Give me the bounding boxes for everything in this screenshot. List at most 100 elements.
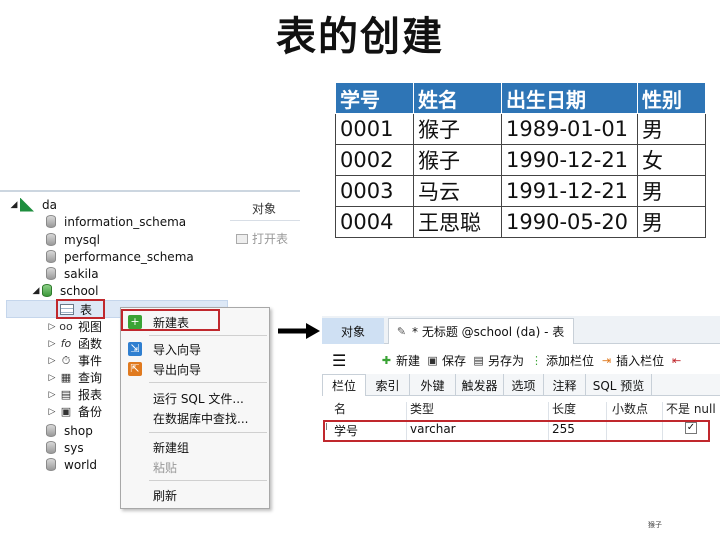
tree-item-queries[interactable]: ▷ ▦ 查询 [46,369,102,386]
header-cell: 出生日期 [501,82,638,114]
button-label: 新建 [396,353,421,368]
tree-label: 报表 [78,388,103,402]
table-row: 0003 马云 1991-12-21 男 [335,175,706,207]
table-row: 0004 王思聪 1990-05-20 男 [335,206,706,238]
tab-objects[interactable]: 对象 [322,318,384,344]
table-cell: 男 [637,113,706,145]
tree-db-mysql[interactable]: mysql [46,231,100,248]
table-cell: 1991-12-21 [501,175,638,207]
subtab-options[interactable]: 选项 [504,374,544,396]
tree-db-performance-schema[interactable]: performance_schema [46,248,194,265]
table-cell: 0002 [335,144,414,176]
insert-field-button[interactable]: ⇥ 插入栏位 [600,352,664,369]
tree-item-views[interactable]: ▷ oo 视图 [46,318,102,335]
table-cell: 女 [637,144,706,176]
subtab-label: 选项 [511,378,536,393]
collapse-arrow-icon[interactable]: ▷ [46,373,58,383]
tab-new-table[interactable]: ✎ * 无标题 @school (da) - 表 [388,318,574,344]
import-icon: ⇲ [128,342,142,356]
view-icon: oo [59,320,73,333]
subtab-label: 栏位 [331,379,356,393]
add-field-button[interactable]: ⋮ 添加栏位 [530,352,594,369]
button-label: 插入栏位 [616,353,665,368]
save-icon: ▣ [427,353,438,367]
tree-connection-da[interactable]: ◢ da [8,196,57,213]
database-icon [46,424,56,437]
tree-item-functions[interactable]: ▷ fo 函数 [46,335,102,352]
divider [230,220,300,221]
tree-db-shop[interactable]: shop [46,422,93,439]
collapse-arrow-icon[interactable]: ▷ [46,407,58,417]
connection-icon [20,197,34,212]
field-row-highlight [323,420,710,442]
tree-label: school [60,283,99,298]
database-icon [46,215,56,228]
column-header-type: 类型 [410,402,435,416]
header-cell: 姓名 [413,82,502,114]
table-cell: 猴子 [413,144,502,176]
table-editor: 对象 ✎ * 无标题 @school (da) - 表 ☰ ✚ 新建 ▣ 保存 … [322,316,720,476]
menu-label: 导入向导 [153,342,202,357]
tree-label: shop [64,423,93,438]
tree-db-school[interactable]: ◢ school [30,282,99,299]
subtab-fields[interactable]: 栏位 [322,374,366,396]
collapse-arrow-icon[interactable]: ▷ [46,339,58,349]
collapse-arrow-icon[interactable]: ▷ [46,322,58,332]
new-button[interactable]: ✚ 新建 [380,352,420,369]
tree-item-backups[interactable]: ▷ ▣ 备份 [46,403,102,420]
menu-label: 粘贴 [153,460,178,475]
subtab-label: SQL 预览 [592,378,645,393]
table-cell: 猴子 [413,113,502,145]
subtab-label: 触发器 [461,378,498,393]
expand-arrow-icon[interactable]: ◢ [8,200,20,210]
database-icon [46,458,56,471]
tree-db-information-schema[interactable]: information_schema [46,213,186,230]
menu-item-export-wizard[interactable]: ⇱ 导出向导 [121,359,269,379]
expand-arrow-icon[interactable]: ◢ [30,286,42,296]
query-icon: ▦ [60,371,72,384]
save-as-button[interactable]: ▤ 另存为 [472,352,524,369]
tree-db-world[interactable]: world [46,456,97,473]
tree-db-sys[interactable]: sys [46,439,84,456]
menu-item-refresh[interactable]: 刷新 [121,485,269,505]
column-header-not-null: 不是 null [666,402,716,416]
subtab-indexes[interactable]: 索引 [366,374,410,396]
tree-label: 查询 [78,371,103,385]
table-node-highlight [56,299,105,319]
open-table-label: 打开表 [252,232,289,246]
tree-item-events[interactable]: ▷ ⏱ 事件 [46,352,102,369]
subtab-foreign-keys[interactable]: 外键 [410,374,456,396]
field-grid-header: 名 类型 长度 小数点 不是 null [322,400,720,418]
save-button[interactable]: ▣ 保存 [426,352,466,369]
editor-tab-bar: 对象 ✎ * 无标题 @school (da) - 表 [322,316,720,344]
menu-item-import-wizard[interactable]: ⇲ 导入向导 [121,339,269,359]
objects-label[interactable]: 对象 [252,200,276,217]
collapse-arrow-icon[interactable]: ▷ [46,390,58,400]
subtab-label: 注释 [552,378,577,393]
tree-label: 函数 [78,337,103,351]
table-cell: 1990-05-20 [501,206,638,238]
menu-icon[interactable]: ☰ [332,351,354,370]
collapse-arrow-icon[interactable]: ▷ [46,356,58,366]
subtab-triggers[interactable]: 触发器 [456,374,504,396]
menu-item-paste[interactable]: 粘贴 [121,457,269,477]
database-open-icon [42,284,52,297]
export-icon: ⇱ [128,362,142,376]
tree-item-reports[interactable]: ▷ ▤ 报表 [46,386,102,403]
menu-item-new-group[interactable]: 新建组 [121,437,269,457]
tree-label: da [42,197,57,212]
tree-db-sakila[interactable]: sakila [46,265,99,282]
menu-item-run-sql[interactable]: 运行 SQL 文件... [121,388,269,408]
tree-label: sakila [64,266,99,281]
open-table-button[interactable]: 打开表 [236,230,288,247]
menu-item-find-in-db[interactable]: 在数据库中查找... [121,408,269,428]
delete-field-icon[interactable]: ⇤ [670,354,683,367]
footer-note: 猴子 [648,521,662,529]
subtab-sql-preview[interactable]: SQL 预览 [586,374,652,396]
tab-label: 对象 [340,324,365,339]
subtab-comments[interactable]: 注释 [544,374,586,396]
button-label: 另存为 [488,353,525,368]
editor-toolbar: ☰ ✚ 新建 ▣ 保存 ▤ 另存为 ⋮ 添加栏位 ⇥ 插入栏位 ⇤ [322,346,720,374]
database-icon [46,267,56,280]
page-title: 表的创建 [276,14,444,60]
